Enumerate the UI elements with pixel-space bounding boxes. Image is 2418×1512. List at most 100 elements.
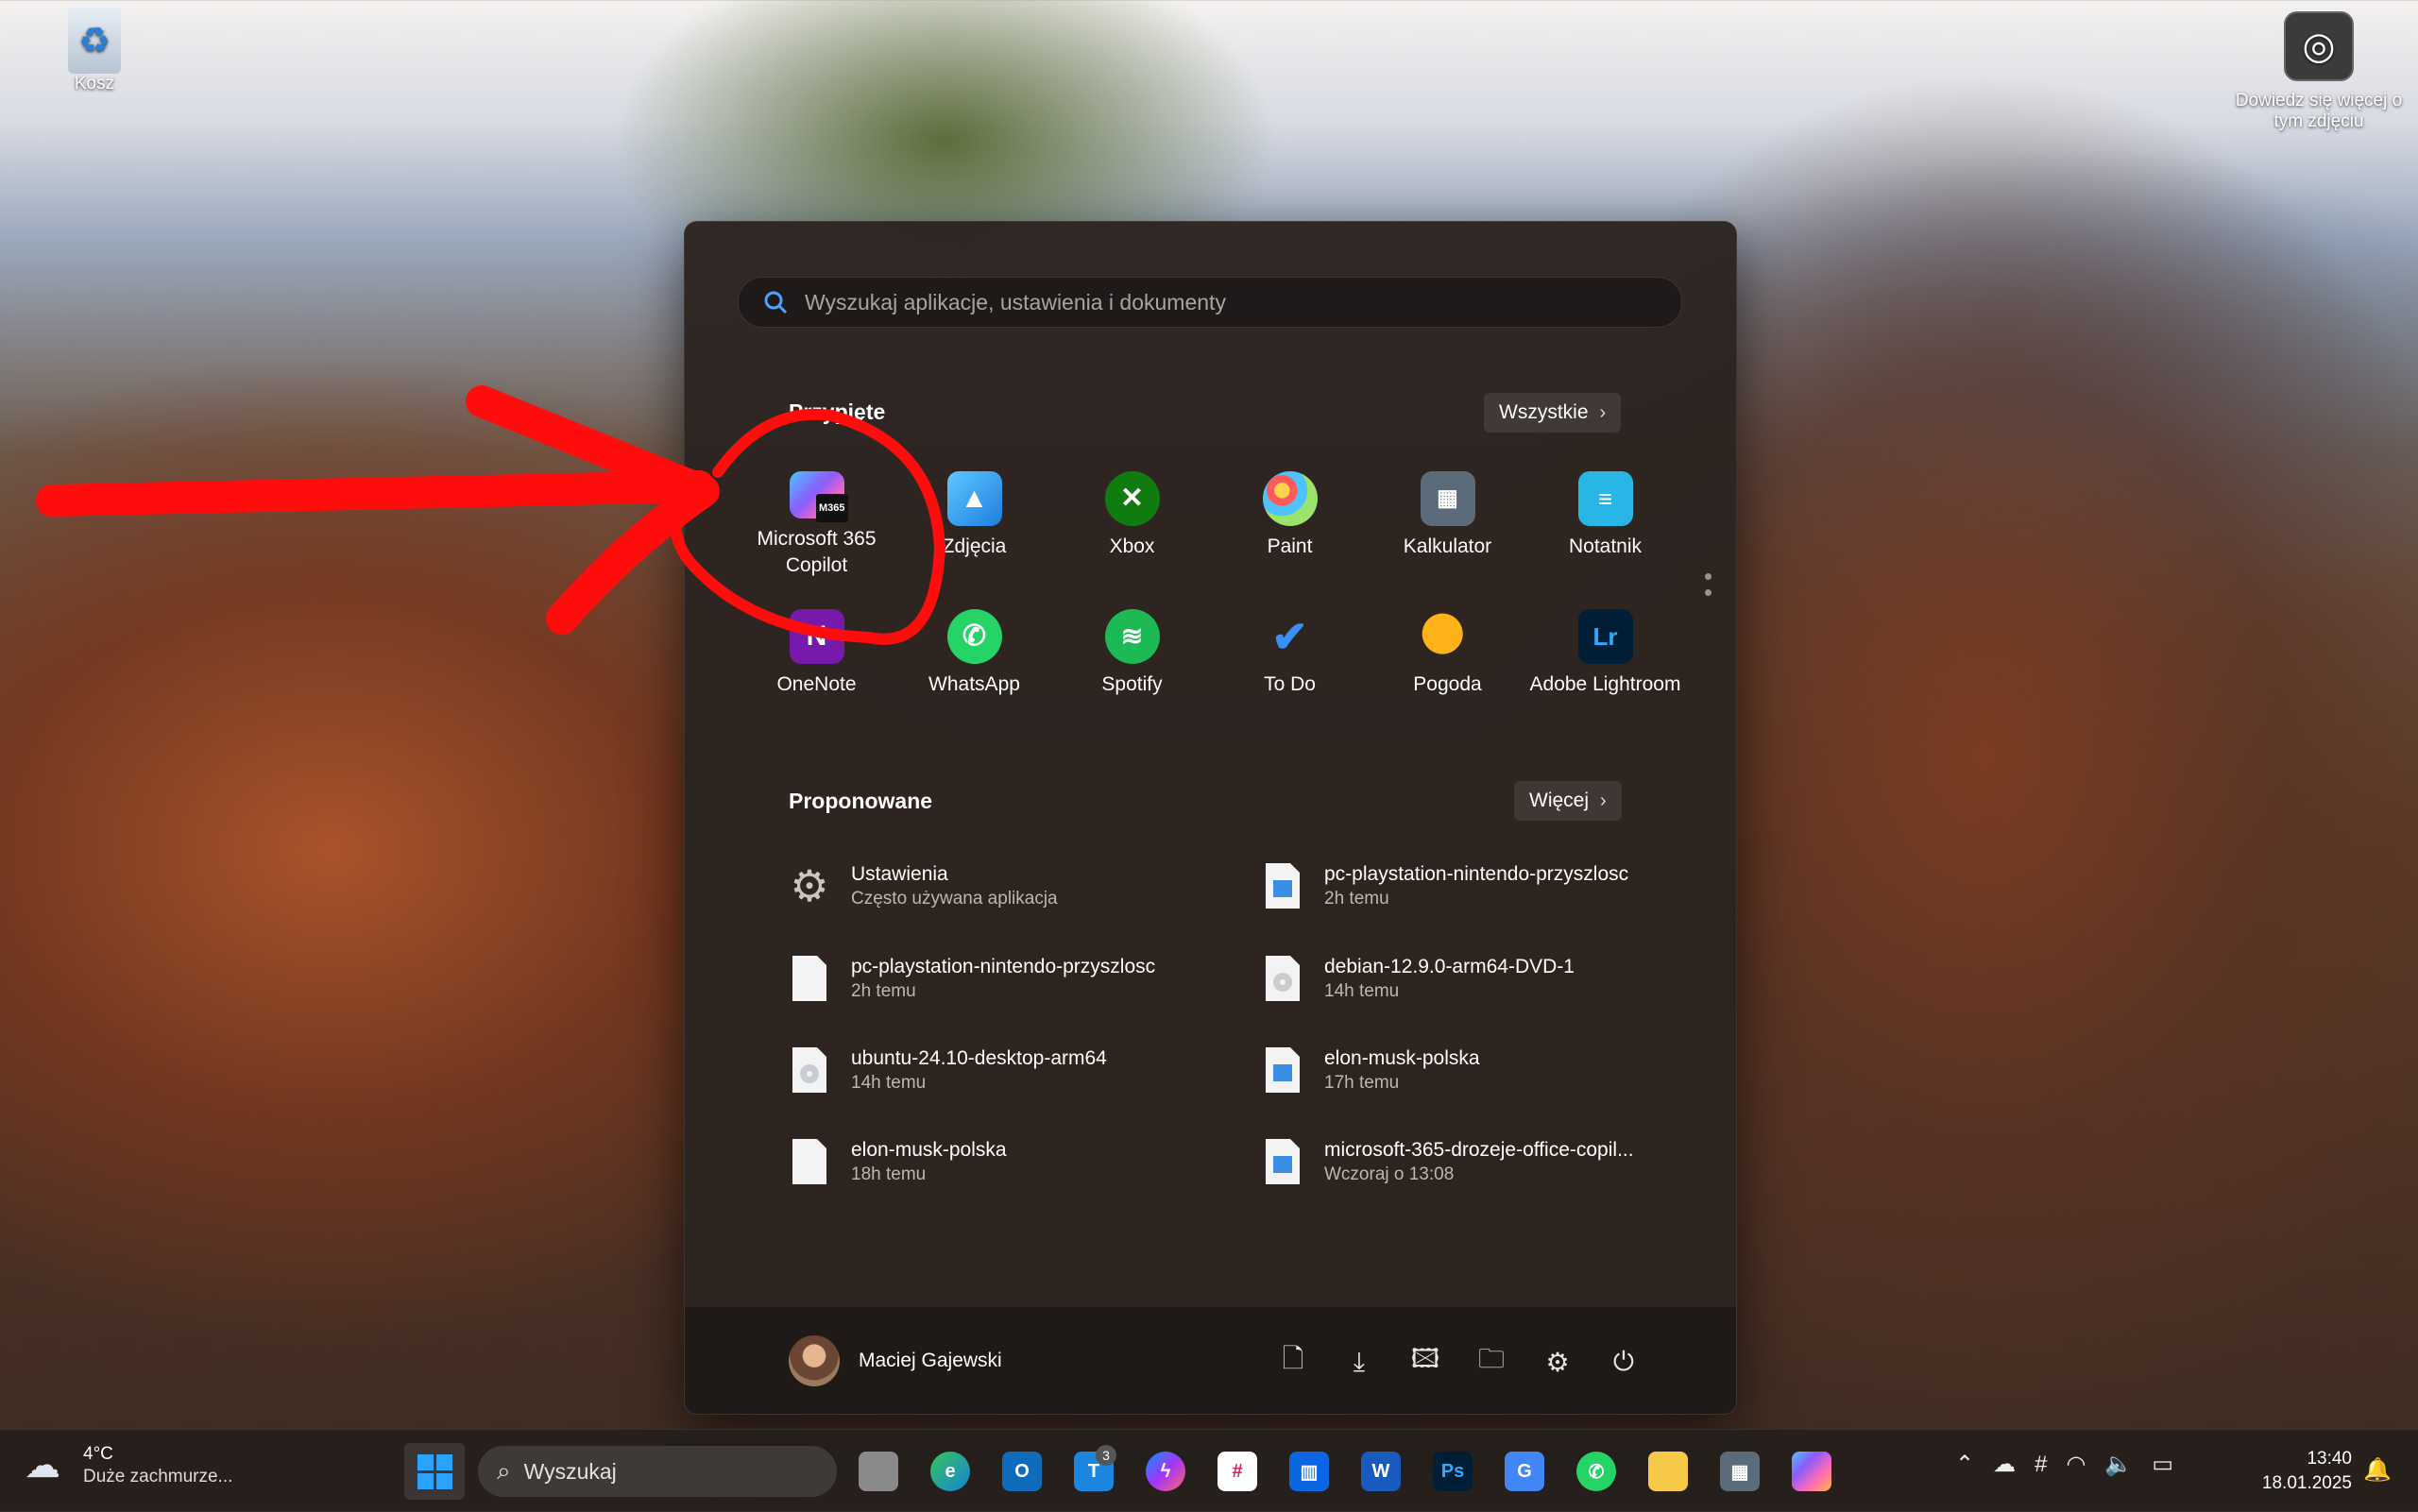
chevron-up-icon[interactable]: ⌃ [1955, 1451, 1974, 1478]
more-label: Więcej [1529, 790, 1590, 811]
onedrive-icon[interactable]: ☁ [1993, 1451, 2016, 1478]
weather-widget[interactable]: ☁ 4°C Duże zachmurze... [25, 1443, 232, 1488]
settings-icon[interactable]: ⚙ [1535, 1341, 1580, 1383]
start-search-box[interactable] [738, 277, 1682, 328]
taskbar-trello[interactable]: ▥ [1283, 1443, 1336, 1500]
camera-icon: ◎ [2284, 11, 2354, 81]
learn-about-picture-shortcut[interactable]: ◎ Dowiedz się więcej o tym zdjęciu [2220, 11, 2418, 132]
pinned-app-weather[interactable]: Pogoda [1369, 603, 1526, 717]
recommended-item-name: pc-playstation-nintendo-przyszlosc [851, 955, 1156, 977]
battery-icon[interactable]: ▭ [2152, 1451, 2173, 1478]
taskbar-word[interactable]: W [1354, 1443, 1407, 1500]
pinned-app-label: To Do [1264, 673, 1316, 695]
recommended-item[interactable]: elon-musk-polska 17h temu [1262, 1045, 1696, 1096]
weather-condition: Duże zachmurze... [83, 1467, 233, 1487]
taskbar-search-label: Wyszukaj [523, 1458, 617, 1484]
pinned-app-spotify[interactable]: ≋ Spotify [1053, 603, 1211, 717]
taskbar-edge[interactable]: e [924, 1443, 977, 1500]
pinned-app-calculator[interactable]: ▦ Kalkulator [1369, 466, 1526, 579]
taskbar-calculator[interactable]: ▦ [1713, 1443, 1766, 1500]
recommended-item-name: debian-12.9.0-arm64-DVD-1 [1324, 955, 1575, 977]
recommended-item[interactable]: elon-musk-polska 18h temu [789, 1136, 1223, 1187]
translate-icon: G [1505, 1452, 1544, 1491]
trello-icon: ▥ [1289, 1452, 1329, 1491]
start-button[interactable] [404, 1443, 465, 1500]
pinned-page-indicator[interactable] [1705, 573, 1712, 605]
clock[interactable]: 13:40 18.01.2025 [2246, 1447, 2352, 1496]
pinned-app-label: Paint [1267, 535, 1313, 557]
taskbar: ☁ 4°C Duże zachmurze... ⌕ Wyszukaj e O T… [0, 1429, 2418, 1512]
recommended-item-name: microsoft-365-drozeje-office-copil... [1324, 1138, 1634, 1161]
weather-icon [1420, 609, 1475, 664]
whatsapp-icon: ✆ [1576, 1452, 1616, 1491]
recommended-item-name: Ustawienia [851, 862, 948, 885]
pinned-app-m365-copilot[interactable]: M365 Microsoft 365 Copilot [738, 466, 895, 579]
pinned-app-paint[interactable]: Paint [1211, 466, 1369, 579]
chevron-right-icon: › [1600, 790, 1607, 811]
user-account-button[interactable]: Maciej Gajewski [789, 1335, 1002, 1386]
cloud-icon: ☁ [25, 1446, 60, 1486]
taskbar-file-explorer[interactable] [1642, 1443, 1694, 1500]
taskbar-search[interactable]: ⌕ Wyszukaj [478, 1446, 837, 1497]
taskbar-teams[interactable]: T3 [1067, 1443, 1120, 1500]
power-icon[interactable]: ⏻ [1601, 1341, 1646, 1383]
taskbar-translate[interactable]: G [1498, 1443, 1551, 1500]
whatsapp-icon: ✆ [946, 609, 1002, 664]
recommended-item-meta: 2h temu [851, 980, 916, 1001]
taskbar-whatsapp[interactable]: ✆ [1570, 1443, 1623, 1500]
taskbar-task-view[interactable] [852, 1443, 905, 1500]
pinned-app-label: Kalkulator [1403, 535, 1492, 557]
taskbar-slack[interactable]: # [1211, 1443, 1264, 1500]
recommended-item[interactable]: microsoft-365-drozeje-office-copil... Wcz… [1262, 1136, 1696, 1187]
pinned-app-notepad[interactable]: ≡ Notatnik [1526, 466, 1684, 579]
recommended-item[interactable]: ubuntu-24.10-desktop-arm64 14h temu [789, 1045, 1223, 1096]
volume-icon[interactable]: 🔈 [2104, 1451, 2133, 1478]
pinned-app-label: OneNote [776, 673, 857, 695]
recommended-item-meta: 17h temu [1324, 1072, 1400, 1093]
start-search-input[interactable] [803, 288, 1681, 316]
pinned-app-label: Microsoft 365 Copilot [757, 528, 877, 576]
recommended-item[interactable]: pc-playstation-nintendo-przyszlosc 2h tem… [1262, 860, 1696, 911]
recycle-bin-label: Kosz [74, 74, 115, 93]
notification-bell-icon[interactable]: 🔔 [2363, 1456, 2392, 1484]
image-file-icon [1262, 1136, 1303, 1187]
documents-icon[interactable]: 🗋 [1270, 1341, 1316, 1383]
copilot-icon [1792, 1452, 1831, 1491]
all-apps-button[interactable]: Wszystkie › [1484, 393, 1622, 433]
pinned-app-lightroom[interactable]: Lr Adobe Lightroom [1526, 603, 1684, 717]
taskbar-copilot[interactable] [1785, 1443, 1838, 1500]
pinned-app-whatsapp[interactable]: ✆ WhatsApp [895, 603, 1053, 717]
pinned-app-photos[interactable]: ▲ Zdjęcia [895, 466, 1053, 579]
recommended-item-meta: Często używana aplikacja [851, 888, 1058, 909]
pinned-app-label: Xbox [1109, 535, 1155, 557]
taskbar-photoshop[interactable]: Ps [1426, 1443, 1479, 1500]
windows-logo-icon [417, 1453, 452, 1489]
recommended-item[interactable]: ⚙ Ustawienia Często używana aplikacja [789, 860, 1223, 911]
wifi-icon[interactable]: ◠ [2066, 1451, 2086, 1478]
taskbar-outlook[interactable]: O [996, 1443, 1048, 1500]
user-name: Maciej Gajewski [859, 1350, 1002, 1371]
downloads-icon[interactable]: ⤓ [1337, 1341, 1382, 1383]
pinned-app-label: Pogoda [1413, 673, 1482, 695]
recommended-item[interactable]: debian-12.9.0-arm64-DVD-1 14h temu [1262, 953, 1696, 1004]
avatar [789, 1335, 840, 1386]
lightroom-icon: Lr [1577, 609, 1633, 664]
recycle-bin-shortcut[interactable]: ♻ Kosz [52, 8, 137, 94]
recommended-item-meta: 2h temu [1324, 888, 1389, 909]
spotify-icon: ≋ [1104, 609, 1160, 664]
taskbar-messenger[interactable]: ϟ [1139, 1443, 1192, 1500]
pinned-title: Przypięte [789, 399, 886, 424]
pinned-app-xbox[interactable]: ✕ Xbox [1053, 466, 1211, 579]
slack-tray-icon[interactable]: # [2035, 1452, 2047, 1478]
start-menu: Przypięte Wszystkie › M365 Microsoft 365… [684, 221, 1737, 1415]
pinned-app-onenote[interactable]: N OneNote [738, 603, 895, 717]
system-tray: ⌃ ☁ # ◠ 🔈 ▭ [1955, 1451, 2173, 1478]
more-button[interactable]: Więcej › [1514, 781, 1622, 821]
disc-image-icon [789, 1045, 830, 1096]
recommended-item[interactable]: pc-playstation-nintendo-przyszlosc 2h tem… [789, 953, 1223, 1004]
recommended-item-name: pc-playstation-nintendo-przyszlosc [1324, 862, 1629, 885]
file-explorer-icon[interactable]: 🗀 [1469, 1341, 1514, 1383]
pinned-app-todo[interactable]: ✔ To Do [1211, 603, 1369, 717]
pictures-icon[interactable]: 🖾 [1403, 1341, 1448, 1383]
chevron-right-icon: › [1599, 401, 1607, 423]
